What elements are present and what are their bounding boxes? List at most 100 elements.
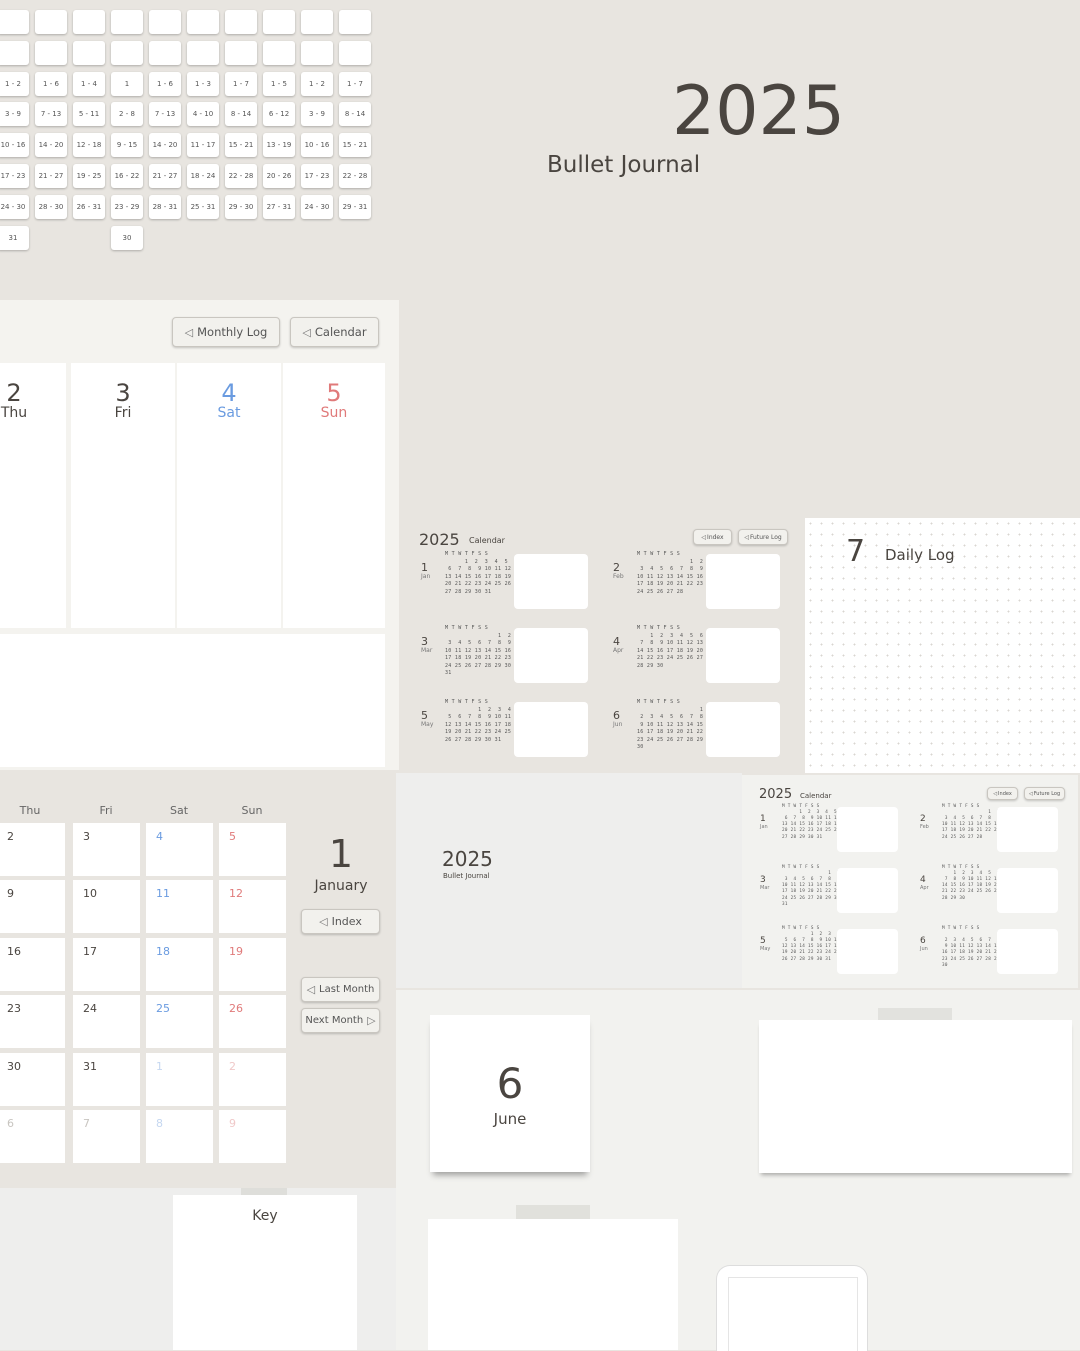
index-button[interactable]: ◁ Index — [693, 529, 732, 545]
week-range-cell[interactable]: 23 - 29 — [111, 195, 143, 219]
week-range-cell[interactable] — [187, 10, 219, 34]
month-notes-box[interactable] — [514, 702, 588, 757]
week-range-cell[interactable] — [187, 41, 219, 65]
week-range-cell[interactable]: 25 - 31 — [187, 195, 219, 219]
month-notes-box[interactable] — [706, 702, 780, 757]
month-notes-box[interactable] — [997, 929, 1058, 974]
week-range-cell[interactable]: 12 - 18 — [73, 133, 105, 157]
calendar-day-cell[interactable]: 8 — [146, 1110, 213, 1163]
calendar-day-cell[interactable]: 23 — [0, 995, 65, 1049]
month-notes-box[interactable] — [514, 554, 588, 609]
week-range-cell[interactable]: 11 - 17 — [187, 133, 219, 157]
month-notes-box[interactable] — [997, 807, 1058, 852]
calendar-day-cell[interactable]: 2 — [219, 1052, 286, 1106]
week-range-cell[interactable] — [0, 10, 29, 34]
calendar-day-cell[interactable]: 4 — [146, 823, 213, 876]
week-range-cell[interactable]: 14 - 20 — [149, 133, 181, 157]
week-range-cell[interactable] — [339, 41, 371, 65]
week-range-cell[interactable] — [339, 10, 371, 34]
blank-wide-card[interactable] — [759, 1020, 1072, 1173]
week-range-cell[interactable]: 8 - 14 — [225, 102, 257, 126]
week-range-cell[interactable]: 13 - 19 — [263, 133, 295, 157]
week-range-cell[interactable]: 17 - 23 — [301, 164, 333, 188]
week-range-cell[interactable]: 1 - 7 — [339, 72, 371, 96]
week-range-cell[interactable]: 1 - 7 — [225, 72, 257, 96]
calendar-day-cell[interactable]: 17 — [73, 937, 140, 991]
week-range-cell[interactable]: 27 - 31 — [263, 195, 295, 219]
week-range-cell[interactable]: 15 - 21 — [225, 133, 257, 157]
week-range-cell[interactable]: 9 - 15 — [111, 133, 143, 157]
week-range-cell[interactable] — [73, 41, 105, 65]
week-range-cell[interactable]: 22 - 28 — [225, 164, 257, 188]
weekly-notes-area[interactable] — [0, 634, 385, 767]
week-range-cell[interactable]: 1 — [111, 72, 143, 96]
week-range-cell[interactable]: 26 - 31 — [73, 195, 105, 219]
calendar-day-cell[interactable]: 9 — [219, 1110, 286, 1163]
month-notes-box[interactable] — [706, 628, 780, 683]
week-range-cell[interactable]: 18 - 24 — [187, 164, 219, 188]
calendar-day-cell[interactable]: 7 — [73, 1110, 140, 1163]
week-range-cell[interactable]: 10 - 16 — [301, 133, 333, 157]
calendar-day-cell[interactable]: 2 — [0, 823, 65, 876]
week-range-cell[interactable] — [111, 10, 143, 34]
future-log-button[interactable]: ◁ Future Log — [738, 529, 788, 545]
month-notes-box[interactable] — [837, 929, 898, 974]
week-range-cell[interactable]: 6 - 12 — [263, 102, 295, 126]
week-range-cell[interactable]: 1 - 2 — [301, 72, 333, 96]
week-range-cell[interactable]: 31 — [0, 226, 29, 250]
week-range-cell[interactable]: 1 - 4 — [73, 72, 105, 96]
calendar-day-cell[interactable]: 25 — [146, 995, 213, 1049]
week-range-cell[interactable]: 19 - 25 — [73, 164, 105, 188]
week-range-cell[interactable]: 16 - 22 — [111, 164, 143, 188]
june-card[interactable]: 6 June — [430, 1015, 590, 1172]
calendar-day-cell[interactable]: 18 — [146, 937, 213, 991]
week-range-cell[interactable] — [111, 41, 143, 65]
calendar-day-cell[interactable]: 9 — [0, 880, 65, 934]
week-range-cell[interactable] — [35, 10, 67, 34]
week-range-cell[interactable] — [225, 41, 257, 65]
week-range-cell[interactable]: 7 - 13 — [35, 102, 67, 126]
week-range-cell[interactable]: 15 - 21 — [339, 133, 371, 157]
calendar-day-cell[interactable]: 12 — [219, 880, 286, 934]
week-range-cell[interactable]: 3 - 9 — [0, 102, 29, 126]
week-range-cell[interactable]: 8 - 14 — [339, 102, 371, 126]
week-range-cell[interactable] — [73, 10, 105, 34]
week-range-cell[interactable] — [263, 10, 295, 34]
calendar-day-cell[interactable]: 3 — [73, 823, 140, 876]
week-range-cell[interactable]: 1 - 5 — [263, 72, 295, 96]
month-notes-box[interactable] — [706, 554, 780, 609]
index-button[interactable]: ◁ Index — [301, 909, 380, 934]
calendar-day-cell[interactable]: 10 — [73, 880, 140, 934]
key-card[interactable]: Key — [173, 1195, 357, 1350]
week-range-cell[interactable] — [149, 41, 181, 65]
week-range-cell[interactable]: 29 - 30 — [225, 195, 257, 219]
calendar-day-cell[interactable]: 1 — [146, 1052, 213, 1106]
last-month-button[interactable]: ◁ Last Month — [301, 977, 380, 1002]
week-range-cell[interactable]: 24 - 30 — [0, 195, 29, 219]
week-range-cell[interactable]: 10 - 16 — [0, 133, 29, 157]
month-notes-box[interactable] — [514, 628, 588, 683]
week-range-cell[interactable] — [0, 41, 29, 65]
week-range-cell[interactable] — [225, 10, 257, 34]
monthly-log-button[interactable]: ◁ Monthly Log — [172, 317, 280, 347]
calendar-day-cell[interactable]: 6 — [0, 1110, 65, 1163]
week-range-cell[interactable]: 2 - 8 — [111, 102, 143, 126]
week-range-cell[interactable]: 21 - 27 — [35, 164, 67, 188]
calendar-day-cell[interactable]: 26 — [219, 995, 286, 1049]
calendar-day-cell[interactable]: 24 — [73, 995, 140, 1049]
week-range-cell[interactable] — [301, 10, 333, 34]
future-log-button[interactable]: ◁ Future Log — [1024, 787, 1065, 800]
week-range-cell[interactable] — [263, 41, 295, 65]
day-column-fri[interactable]: 3 Fri — [71, 363, 175, 628]
week-range-cell[interactable]: 30 — [111, 226, 143, 250]
week-range-cell[interactable] — [35, 41, 67, 65]
week-range-cell[interactable]: 28 - 31 — [149, 195, 181, 219]
week-range-cell[interactable]: 5 - 11 — [73, 102, 105, 126]
week-range-cell[interactable] — [301, 41, 333, 65]
week-range-cell[interactable]: 14 - 20 — [35, 133, 67, 157]
week-range-cell[interactable]: 29 - 31 — [339, 195, 371, 219]
week-range-cell[interactable] — [149, 10, 181, 34]
week-range-cell[interactable]: 1 - 2 — [0, 72, 29, 96]
week-range-cell[interactable]: 1 - 3 — [187, 72, 219, 96]
month-notes-box[interactable] — [997, 868, 1058, 913]
